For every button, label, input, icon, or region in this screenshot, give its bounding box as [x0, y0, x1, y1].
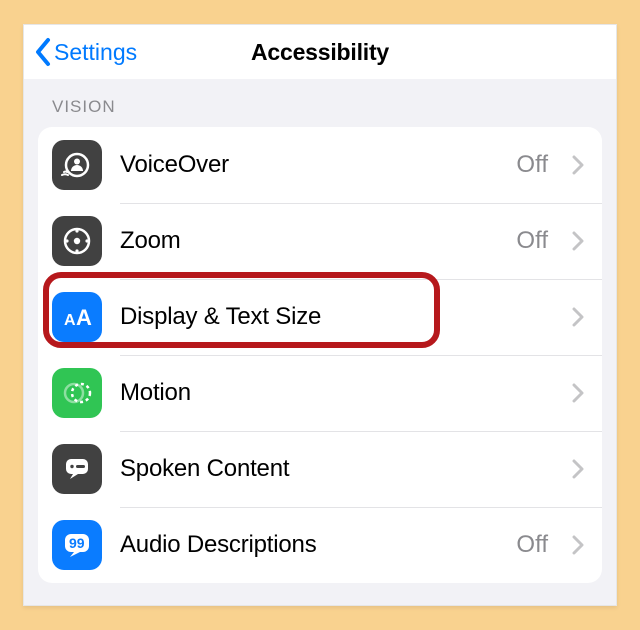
spoken-content-icon	[52, 444, 102, 494]
row-voiceover[interactable]: VoiceOver Off	[38, 127, 602, 203]
chevron-right-icon	[572, 231, 584, 251]
chevron-right-icon	[572, 459, 584, 479]
audio-descriptions-icon: 99	[52, 520, 102, 570]
content-area: VISION VoiceOver Off	[24, 79, 616, 605]
row-motion[interactable]: Motion	[38, 355, 602, 431]
chevron-right-icon	[572, 155, 584, 175]
chevron-right-icon	[572, 535, 584, 555]
settings-screen: Settings Accessibility VISION VoiceOver	[23, 24, 617, 606]
row-zoom[interactable]: Zoom Off	[38, 203, 602, 279]
svg-text:A: A	[64, 312, 76, 329]
chevron-left-icon	[34, 37, 52, 67]
vision-group: VoiceOver Off Zoom	[38, 127, 602, 583]
back-button[interactable]: Settings	[34, 25, 137, 79]
chevron-right-icon	[572, 383, 584, 403]
svg-text:A: A	[76, 305, 92, 330]
row-display-text-size[interactable]: A A Display & Text Size	[38, 279, 602, 355]
back-label: Settings	[54, 39, 137, 66]
page-title: Accessibility	[251, 39, 389, 66]
row-spoken-content[interactable]: Spoken Content	[38, 431, 602, 507]
row-audio-descriptions[interactable]: 99 Audio Descriptions Off	[38, 507, 602, 583]
row-label: VoiceOver	[120, 151, 498, 179]
svg-text:99: 99	[69, 535, 85, 551]
chevron-right-icon	[572, 307, 584, 327]
navbar: Settings Accessibility	[24, 25, 616, 79]
text-size-icon: A A	[52, 292, 102, 342]
row-status: Off	[516, 151, 548, 179]
row-status: Off	[516, 227, 548, 255]
row-label: Audio Descriptions	[120, 531, 498, 559]
zoom-icon	[52, 216, 102, 266]
row-label: Zoom	[120, 227, 498, 255]
row-label: Motion	[120, 379, 530, 407]
row-label: Spoken Content	[120, 455, 530, 483]
row-label: Display & Text Size	[120, 303, 530, 331]
row-status: Off	[516, 531, 548, 559]
motion-icon	[52, 368, 102, 418]
section-header-vision: VISION	[24, 79, 616, 123]
voiceover-icon	[52, 140, 102, 190]
